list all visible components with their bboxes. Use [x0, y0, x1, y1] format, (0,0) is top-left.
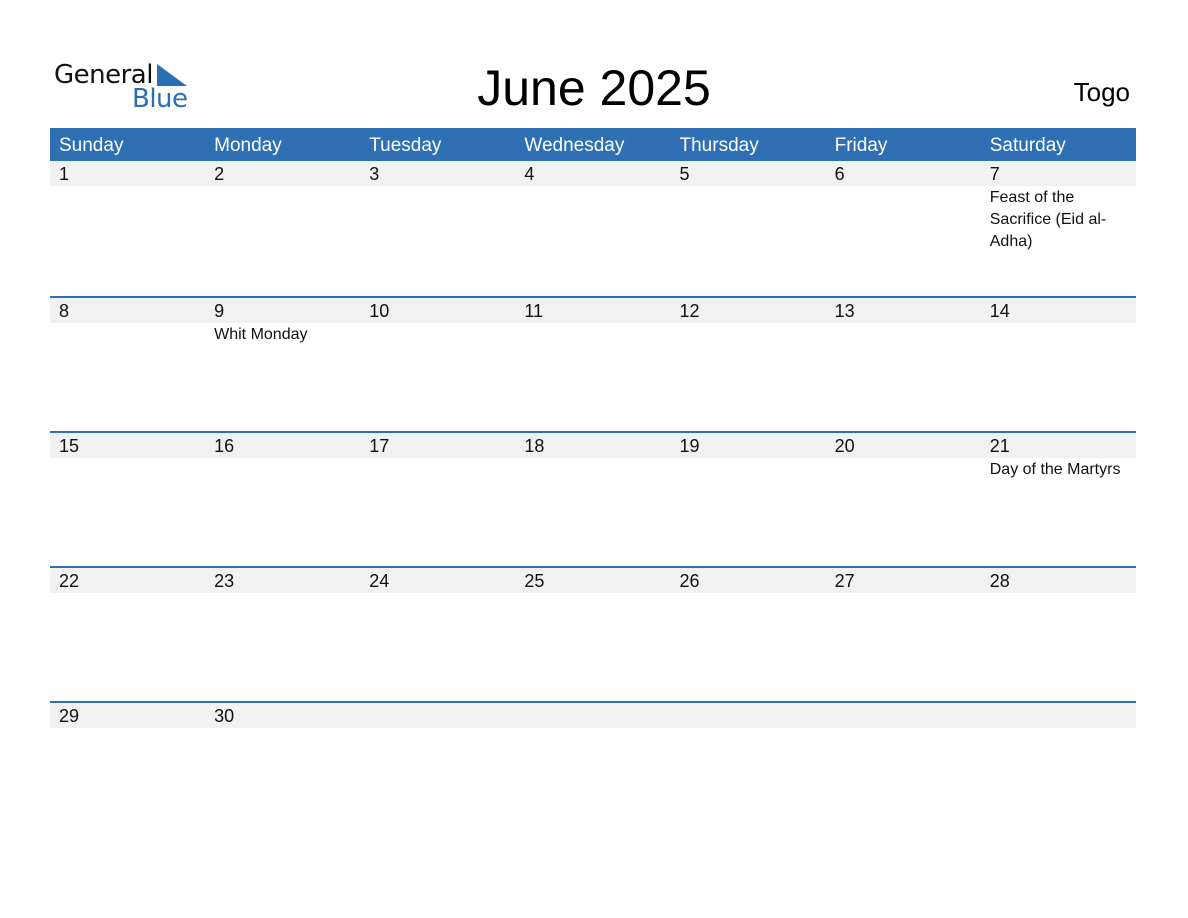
- calendar-grid: Sunday Monday Tuesday Wednesday Thursday…: [50, 128, 1136, 836]
- day-number: 11: [524, 301, 544, 321]
- holiday-label: [360, 458, 515, 481]
- day-number: 22: [59, 571, 80, 591]
- event-row: [50, 593, 1136, 594]
- page-title: June 2025: [477, 60, 711, 116]
- day-number: 4: [524, 164, 535, 184]
- holiday-label: [360, 323, 515, 346]
- day-number: 6: [834, 164, 845, 184]
- day-number: 7: [989, 164, 1000, 184]
- day-number: 9: [214, 301, 225, 321]
- holiday-label: [360, 186, 515, 253]
- date-strip: 22 23 24 25 26 27 28: [50, 568, 1136, 593]
- holiday-label: [671, 458, 826, 481]
- day-number: 19: [679, 436, 700, 456]
- holiday-label: [50, 186, 205, 253]
- date-strip: 15 16 17 18 19 20 21: [50, 433, 1136, 458]
- day-number: 15: [59, 436, 80, 456]
- weekday-thursday: Thursday: [679, 135, 759, 156]
- weekday-monday: Monday: [214, 135, 282, 156]
- day-number: 24: [369, 571, 390, 591]
- day-number: 28: [989, 571, 1010, 591]
- holiday-label: [205, 186, 360, 253]
- weekday-tuesday: Tuesday: [369, 135, 442, 156]
- day-number: [515, 703, 670, 728]
- weekday-wednesday: Wednesday: [524, 135, 625, 156]
- event-row: Whit Monday: [50, 323, 1136, 346]
- country-label: Togo: [1073, 77, 1130, 107]
- day-number: 20: [834, 436, 855, 456]
- day-number: [981, 703, 1136, 728]
- holiday-label: [671, 186, 826, 253]
- holiday-label: [50, 458, 205, 481]
- date-strip: 8 9 10 11 12 13 14: [50, 298, 1136, 323]
- weekday-friday: Friday: [834, 135, 888, 156]
- holiday-label: [981, 728, 1136, 729]
- holiday-label: [515, 458, 670, 481]
- date-strip: 29 30: [50, 703, 1136, 728]
- holiday-label: [671, 728, 826, 729]
- week-row: 15 16 17 18 19 20 21 Day of the Martyrs: [50, 431, 1136, 566]
- day-number: 16: [214, 436, 235, 456]
- holiday-label: [826, 323, 981, 346]
- day-number: 2: [214, 164, 225, 184]
- holiday-label: [205, 458, 360, 481]
- holiday-label: Feast of the Sacrifice (Eid al-Adha): [989, 189, 1107, 250]
- day-number: 10: [369, 301, 390, 321]
- holiday-label: [50, 593, 205, 594]
- holiday-label: [515, 186, 670, 253]
- week-row: 8 9 10 11 12 13 14 Whit Monday: [50, 296, 1136, 431]
- holiday-label: [671, 593, 826, 594]
- holiday-label: [515, 593, 670, 594]
- event-row: Feast of the Sacrifice (Eid al-Adha): [50, 186, 1136, 253]
- holiday-label: [515, 323, 670, 346]
- day-number: 13: [834, 301, 855, 321]
- holiday-label: Whit Monday: [214, 326, 308, 343]
- holiday-label: [205, 593, 360, 594]
- week-row: 1 2 3 4 5 6 7 Feast of the Sacrifice (Eid al-Ad…: [50, 161, 1136, 296]
- weekday-header: Sunday Monday Tuesday Wednesday Thursday…: [50, 128, 1136, 161]
- day-number: 1: [59, 164, 70, 184]
- day-number: 21: [989, 436, 1010, 456]
- holiday-label: Day of the Martyrs: [989, 461, 1121, 478]
- day-number: 14: [989, 301, 1010, 321]
- day-number: [671, 703, 826, 728]
- week-row: 22 23 24 25 26 27 28: [50, 566, 1136, 701]
- weeks-container: 1 2 3 4 5 6 7 Feast of the Sacrifice (Eid al-Ad…: [50, 161, 1136, 836]
- day-number: 25: [524, 571, 545, 591]
- holiday-label: [50, 728, 205, 729]
- holiday-label: [826, 186, 981, 253]
- day-number: 27: [834, 571, 855, 591]
- day-number: 12: [679, 301, 700, 321]
- holiday-label: [826, 458, 981, 481]
- event-row: [50, 728, 1136, 729]
- weekday-saturday: Saturday: [989, 135, 1066, 156]
- day-number: 26: [679, 571, 700, 591]
- day-number: 30: [214, 706, 235, 726]
- day-number: 23: [214, 571, 235, 591]
- week-row: 29 30: [50, 701, 1136, 836]
- holiday-label: [360, 593, 515, 594]
- holiday-label: [981, 593, 1136, 594]
- weekday-sunday: Sunday: [59, 135, 124, 156]
- day-number: 3: [369, 164, 380, 184]
- holiday-label: [360, 728, 515, 729]
- day-number: 18: [524, 436, 545, 456]
- holiday-label: [205, 728, 360, 729]
- holiday-label: [671, 323, 826, 346]
- day-number: [826, 703, 981, 728]
- day-number: 8: [59, 301, 70, 321]
- holiday-label: [515, 728, 670, 729]
- holiday-label: [50, 323, 205, 346]
- day-number: [360, 703, 515, 728]
- date-strip: 1 2 3 4 5 6 7: [50, 161, 1136, 186]
- holiday-label: [826, 593, 981, 594]
- day-number: 5: [679, 164, 690, 184]
- event-row: Day of the Martyrs: [50, 458, 1136, 481]
- holiday-label: [981, 323, 1136, 346]
- holiday-label: [826, 728, 981, 729]
- day-number: 17: [369, 436, 390, 456]
- day-number: 29: [59, 706, 80, 726]
